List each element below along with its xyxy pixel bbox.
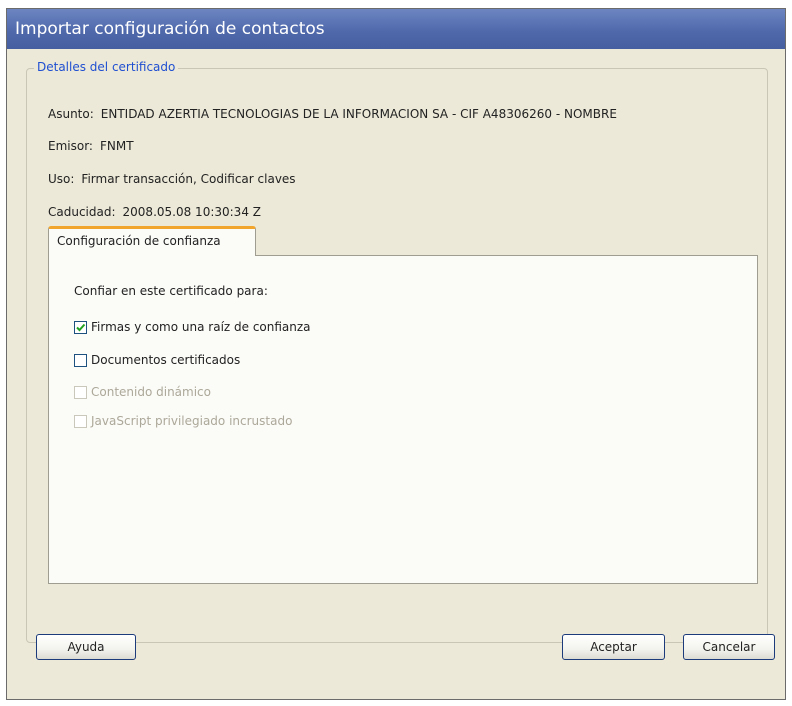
expiry-row: Caducidad: 2008.05.08 10:30:34 Z — [48, 204, 261, 220]
option-signatures-trusted-root[interactable]: Firmas y como una raíz de confianza — [74, 318, 311, 336]
checkbox-checked-icon[interactable] — [74, 320, 87, 334]
option-label: Documentos certificados — [91, 353, 241, 367]
option-embedded-privileged-javascript: JavaScript privilegiado incrustado — [74, 412, 292, 430]
subject-value: ENTIDAD AZERTIA TECNOLOGIAS DE LA INFORM… — [100, 107, 617, 121]
option-label: Firmas y como una raíz de confianza — [91, 320, 311, 334]
option-certified-documents[interactable]: Documentos certificados — [74, 351, 240, 369]
subject-row: Asunto: ENTIDAD AZERTIA TECNOLOGIAS DE LA… — [48, 106, 617, 122]
issuer-label: Emisor: — [48, 139, 93, 153]
issuer-row: Emisor: FNMT — [48, 138, 134, 154]
issuer-value: FNMT — [99, 139, 134, 153]
option-label: Contenido dinámico — [91, 385, 211, 399]
help-button[interactable]: Ayuda — [36, 634, 136, 660]
usage-row: Uso: Firmar transacción, Codificar claves — [48, 171, 296, 187]
tab-trust-settings[interactable]: Configuración de confianza — [48, 226, 256, 256]
expiry-value: 2008.05.08 10:30:34 Z — [122, 205, 261, 219]
checkbox-icon[interactable] — [74, 353, 87, 367]
usage-value: Firmar transacción, Codificar claves — [81, 172, 296, 186]
trust-heading: Confiar en este certificado para: — [74, 284, 268, 298]
ok-button[interactable]: Aceptar — [562, 634, 665, 660]
cancel-button[interactable]: Cancelar — [683, 634, 775, 660]
option-dynamic-content: Contenido dinámico — [74, 383, 211, 401]
expiry-label: Caducidad: — [48, 205, 116, 219]
usage-label: Uso: — [48, 172, 75, 186]
title-bar: Importar configuración de contactos — [7, 9, 785, 49]
checkbox-disabled-icon — [74, 385, 87, 399]
option-label: JavaScript privilegiado incrustado — [91, 414, 293, 428]
checkbox-disabled-icon — [74, 414, 87, 428]
certificate-details-legend: Detalles del certificado — [34, 59, 179, 75]
subject-label: Asunto: — [48, 107, 94, 121]
